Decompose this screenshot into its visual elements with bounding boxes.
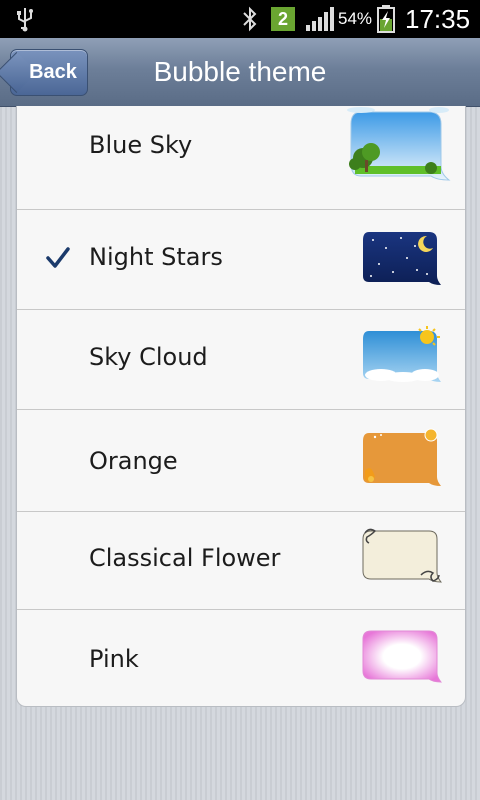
sky-cloud-bubble-icon: [363, 326, 441, 382]
theme-label: Orange: [89, 447, 178, 475]
theme-row-blue-sky[interactable]: Blue Sky: [17, 106, 465, 210]
theme-row-night-stars[interactable]: Night Stars: [17, 209, 465, 310]
theme-label: Pink: [89, 645, 139, 673]
theme-label: Sky Cloud: [89, 343, 208, 371]
theme-label: Blue Sky: [89, 131, 193, 159]
signal-icon: [306, 7, 334, 31]
back-button-label: Back: [29, 61, 77, 83]
night-stars-bubble-icon: [363, 232, 441, 285]
back-button[interactable]: Back: [10, 49, 88, 96]
classical-flower-bubble-icon: [362, 528, 443, 583]
status-bar: 2 54% 17:35: [0, 0, 480, 38]
theme-row-sky-cloud[interactable]: Sky Cloud: [17, 309, 465, 410]
theme-label: Classical Flower: [89, 544, 281, 572]
orange-bubble-icon: [363, 428, 441, 486]
theme-list: Blue Sky Night Stars Sky Cloud Orange Cl…: [16, 106, 466, 707]
checkmark-icon: [46, 247, 70, 268]
theme-row-pink[interactable]: Pink: [17, 609, 465, 706]
theme-row-orange[interactable]: Orange: [17, 409, 465, 512]
battery-charging-icon: [377, 5, 395, 33]
theme-row-classical-flower[interactable]: Classical Flower: [17, 511, 465, 610]
theme-label: Night Stars: [89, 243, 223, 271]
battery-percent: 54%: [338, 9, 373, 28]
bluetooth-icon: [243, 6, 257, 32]
clock: 17:35: [405, 4, 471, 34]
usb-icon: [17, 8, 33, 32]
pink-bubble-icon: [362, 630, 443, 683]
blue-sky-bubble-icon: [347, 107, 451, 181]
notification-badge: 2: [271, 7, 295, 31]
title-bar: Bubble theme Back: [0, 38, 480, 107]
